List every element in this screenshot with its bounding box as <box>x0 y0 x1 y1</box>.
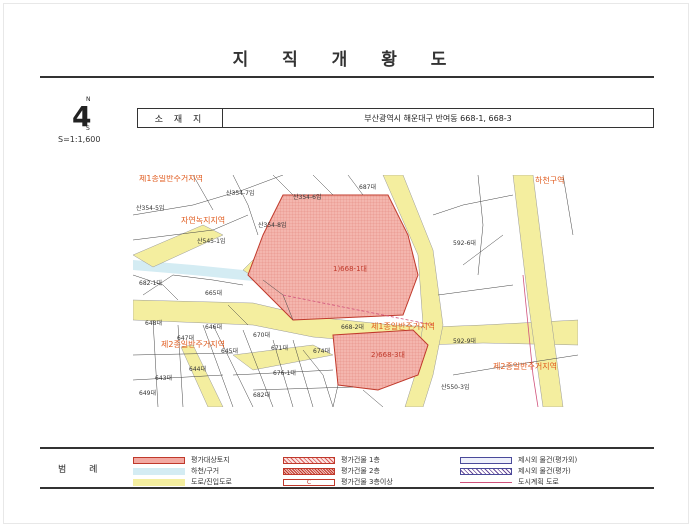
legend-item-bld2: 평가건물 2층 <box>283 466 380 476</box>
page-title: 지 직 개 황 도 <box>232 50 461 70</box>
legend-text: 도시계획 도로 <box>518 478 559 486</box>
location-address: 부산광역시 해운대구 반여동 668-1, 668-3 <box>364 113 512 123</box>
legend-item-plan: 도시계획 도로 <box>460 477 559 487</box>
legend-text: 평가건물 2층 <box>341 467 380 475</box>
legend-swatch <box>133 456 185 464</box>
zone-label: 하천구역 <box>535 175 564 185</box>
zone-label: 자연녹지지역 <box>181 215 225 225</box>
parcel-label: 644대 <box>189 365 206 373</box>
parcel-label: 647대 <box>177 334 194 342</box>
location-label: 소 재 지 <box>138 109 223 127</box>
legend-swatch <box>460 456 512 464</box>
parcel-label: 649대 <box>139 389 156 397</box>
parcel-label: 682-1대 <box>139 279 162 287</box>
main-parcel-label: 2)668-3대 <box>371 351 405 359</box>
legend-item-river: 하천/구거 <box>133 466 219 476</box>
parcel-label: 687대 <box>359 183 376 191</box>
legend-item-bld1: 평가건물 1층 <box>283 455 380 465</box>
parcel-label: 산354-7임 <box>226 189 254 197</box>
parcel-label: 산354-6임 <box>293 193 321 201</box>
legend-text: 평가건물 3층이상 <box>341 478 393 486</box>
legend-swatch <box>133 467 185 475</box>
zone-label: 제1종일반주거지역 <box>139 175 203 183</box>
main-parcel-label: 1)668-1대 <box>333 265 367 273</box>
zone-label: 제2종일반주거지역 <box>493 361 557 371</box>
parcel-label: 592-6대 <box>453 239 476 247</box>
legend-swatch <box>460 481 512 483</box>
parcel-label: 592-9대 <box>453 337 476 345</box>
legend-text: 평가대상토지 <box>191 456 230 464</box>
legend-item-bld3: C 평가건물 3층이상 <box>283 477 393 487</box>
legend-swatch <box>283 456 335 464</box>
parcel-label: 665대 <box>205 289 222 297</box>
legend-text: 하천/구거 <box>191 467 220 475</box>
parcel-label: 676-1대 <box>273 369 296 377</box>
legend-item-target: 평가대상토지 <box>133 455 230 465</box>
cadastral-map: 제1종일반주거지역 자연녹지지역 제1종일반주거지역 제2종일반주거지역 제2종… <box>132 173 579 408</box>
south-label: S <box>86 125 90 132</box>
parcel-label: 682대 <box>253 391 270 399</box>
legend-item-road: 도로/진입도로 <box>133 477 232 487</box>
legend-title: 범 례 <box>58 465 108 475</box>
parcel-label: 산354-8임 <box>258 221 286 229</box>
parcel-label: 산550-3임 <box>441 383 469 391</box>
parcel-label: 645대 <box>221 347 238 355</box>
legend-bottom-rule <box>40 487 654 489</box>
legend-swatch: C <box>283 478 335 486</box>
legend-swatch <box>460 467 512 475</box>
map-scale: S=1:1,600 <box>58 135 101 144</box>
legend-text: 도로/진입도로 <box>191 478 232 486</box>
parcel-label: 643대 <box>155 374 172 382</box>
map-svg: 제1종일반주거지역 자연녹지지역 제1종일반주거지역 제2종일반주거지역 제2종… <box>132 173 579 408</box>
legend-text: 제시외 물건(평가외) <box>518 456 578 464</box>
parcel-label: 646대 <box>205 323 222 331</box>
legend-item-excl: 제시외 물건(평가외) <box>460 455 577 465</box>
legend-item-incl: 제시외 물건(평가) <box>460 466 571 476</box>
legend-top-rule <box>40 447 654 449</box>
parcel-label: 671대 <box>271 344 288 352</box>
legend-swatch <box>283 467 335 475</box>
legend-text: 제시외 물건(평가) <box>518 467 571 475</box>
north-arrow-icon: N 4 S <box>68 96 108 138</box>
legend-text: 평가건물 1층 <box>341 456 380 464</box>
parcel-label: 648대 <box>145 319 162 327</box>
legend-swatch <box>133 478 185 486</box>
title-rule <box>40 76 654 78</box>
parcel-label: 668-2대 <box>341 323 364 331</box>
parcel-label: 670대 <box>253 331 270 339</box>
parcel-label: 산354-5임 <box>136 204 164 212</box>
zone-label: 제1종일반주거지역 <box>371 321 435 331</box>
parcel-label: 산545-1임 <box>197 237 225 245</box>
location-table: 소 재 지 부산광역시 해운대구 반여동 668-1, 668-3 <box>137 108 654 128</box>
parcel-label: 674대 <box>313 347 330 355</box>
